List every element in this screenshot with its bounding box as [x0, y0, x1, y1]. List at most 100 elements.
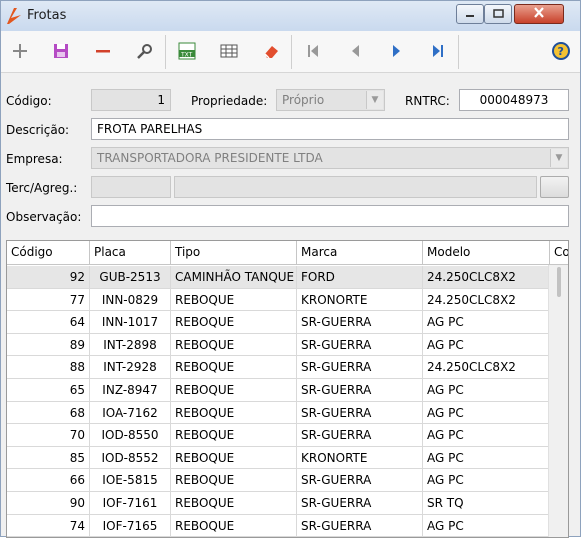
toolbar: TXT ? [1, 31, 580, 73]
cell-tipo: REBOQUE [171, 288, 297, 311]
cell-placa: IOD-8552 [90, 446, 171, 469]
help-icon: ? [550, 40, 572, 65]
cell-marca: FORD [297, 266, 423, 288]
cell-marca: SR-GUERRA [297, 379, 423, 401]
column-header-marca[interactable]: Marca [297, 241, 423, 265]
toolbar-separator [291, 35, 292, 69]
help-button[interactable]: ? [548, 39, 574, 65]
propriedade-label: Propriedade: [191, 94, 268, 108]
first-record-button[interactable] [300, 39, 326, 65]
table-row[interactable]: 68 IOA-7162 REBOQUE SR-GUERRA AG PC [7, 401, 550, 425]
rntrc-field[interactable]: 000048973 [459, 89, 569, 111]
codigo-field[interactable]: 1 [91, 89, 171, 111]
cell-marca: KRONORTE [297, 288, 423, 311]
terc-agreg-lookup-button[interactable] [540, 176, 569, 198]
column-header-codigo[interactable]: Código [7, 241, 90, 265]
skip-last-icon [428, 41, 448, 64]
app-logo-icon [5, 6, 23, 26]
cell-modelo: AG PC [423, 514, 550, 537]
table-row[interactable]: 90 IOF-7161 REBOQUE SR-GUERRA SR TQ [7, 492, 550, 515]
propriedade-select[interactable]: Próprio ▼ [276, 89, 385, 111]
chevron-right-icon [387, 41, 407, 64]
frotas-grid[interactable]: Código Placa Tipo Marca Modelo Co 92 GUB-… [6, 240, 569, 538]
descricao-label: Descrição: [6, 123, 70, 137]
rntrc-label: RNTRC: [405, 94, 450, 108]
minus-icon [93, 41, 113, 64]
close-button[interactable] [514, 4, 564, 24]
cell-marca: KRONORTE [297, 446, 423, 469]
vertical-scrollbar[interactable] [548, 265, 568, 537]
clear-button[interactable] [258, 39, 284, 65]
cell-codigo: 85 [7, 446, 90, 469]
cell-codigo: 64 [7, 311, 90, 334]
minimize-button[interactable] [456, 4, 484, 24]
title-bar[interactable]: Frotas [1, 1, 580, 31]
cell-tipo: REBOQUE [171, 424, 297, 447]
table-row[interactable]: 64 INN-1017 REBOQUE SR-GUERRA AG PC [7, 311, 550, 334]
save-button[interactable] [48, 39, 74, 65]
maximize-button[interactable] [484, 4, 512, 24]
column-header-placa[interactable]: Placa [90, 241, 171, 265]
table-row[interactable]: 85 IOD-8552 REBOQUE KRONORTE AG PC [7, 446, 550, 470]
cell-placa: INT-2928 [90, 356, 171, 379]
scrollbar-thumb[interactable] [557, 267, 561, 297]
cell-modelo: AG PC [423, 401, 550, 424]
observacao-label: Observação: [6, 210, 82, 224]
export-txt-button[interactable]: TXT [174, 39, 200, 65]
descricao-field[interactable]: FROTA PARELHAS [91, 118, 569, 140]
codigo-label: Código: [6, 94, 52, 108]
cell-placa: IOA-7162 [90, 401, 171, 424]
terc-agreg-code-field[interactable] [91, 176, 171, 198]
previous-record-button[interactable] [342, 39, 368, 65]
table-row[interactable]: 65 INZ-8947 REBOQUE SR-GUERRA AG PC [7, 379, 550, 402]
last-record-button[interactable] [425, 39, 451, 65]
grid-view-button[interactable] [216, 39, 242, 65]
cell-codigo: 90 [7, 492, 90, 514]
binoculars-icon [135, 41, 155, 64]
grid-header: Código Placa Tipo Marca Modelo Co [7, 241, 568, 265]
observacao-field[interactable] [91, 205, 569, 227]
cell-modelo: AG PC [423, 446, 550, 469]
table-row[interactable]: 77 INN-0829 REBOQUE KRONORTE 24.250CLC8X2 [7, 288, 550, 312]
cell-marca: SR-GUERRA [297, 311, 423, 334]
delete-button[interactable] [90, 39, 116, 65]
cell-codigo: 65 [7, 379, 90, 401]
cell-codigo: 89 [7, 333, 90, 356]
cell-codigo: 74 [7, 514, 90, 537]
close-icon [533, 7, 545, 21]
window-title: Frotas [27, 8, 67, 23]
cell-tipo: REBOQUE [171, 311, 297, 334]
next-record-button[interactable] [384, 39, 410, 65]
chevron-down-icon[interactable]: ▼ [550, 149, 567, 167]
frotas-window: Frotas TXT ? Código: 1 Propriedade: Próp… [0, 0, 581, 538]
cell-placa: INN-0829 [90, 288, 171, 311]
terc-agreg-name-field[interactable] [174, 176, 537, 198]
table-row[interactable]: 89 INT-2898 REBOQUE SR-GUERRA AG PC [7, 333, 550, 357]
skip-first-icon [303, 41, 323, 64]
cell-modelo: SR TQ [423, 492, 550, 514]
cell-placa: INN-1017 [90, 311, 171, 334]
floppy-disk-icon [51, 41, 71, 64]
maximize-icon [492, 7, 504, 21]
table-row[interactable]: 74 IOF-7165 REBOQUE SR-GUERRA AG PC [7, 514, 550, 537]
cell-modelo: AG PC [423, 333, 550, 356]
add-button[interactable] [7, 39, 33, 65]
column-header-tipo[interactable]: Tipo [171, 241, 297, 265]
search-button[interactable] [132, 39, 158, 65]
column-header-modelo[interactable]: Modelo [423, 241, 550, 265]
table-row[interactable]: 66 IOE-5815 REBOQUE SR-GUERRA AG PC [7, 469, 550, 492]
chevron-down-icon[interactable]: ▼ [366, 91, 383, 109]
column-header-co[interactable]: Co [550, 241, 568, 265]
empresa-select[interactable]: TRANSPORTADORA PRESIDENTE LTDA ▼ [91, 147, 569, 169]
table-row[interactable]: 88 INT-2928 REBOQUE SR-GUERRA 24.250CLC8X2 [7, 356, 550, 379]
cell-modelo: AG PC [423, 311, 550, 334]
table-row[interactable]: 92 GUB-2513 CAMINHÃO TANQUE FORD 24.250CLC8X… [7, 266, 550, 289]
svg-text:?: ? [558, 45, 564, 58]
cell-marca: SR-GUERRA [297, 514, 423, 537]
cell-modelo: AG PC [423, 424, 550, 447]
txt-file-icon: TXT [176, 41, 198, 64]
cell-tipo: REBOQUE [171, 333, 297, 356]
cell-codigo: 68 [7, 401, 90, 424]
cell-modelo: 24.250CLC8X2 [423, 288, 550, 311]
table-row[interactable]: 70 IOD-8550 REBOQUE SR-GUERRA AG PC [7, 424, 550, 447]
